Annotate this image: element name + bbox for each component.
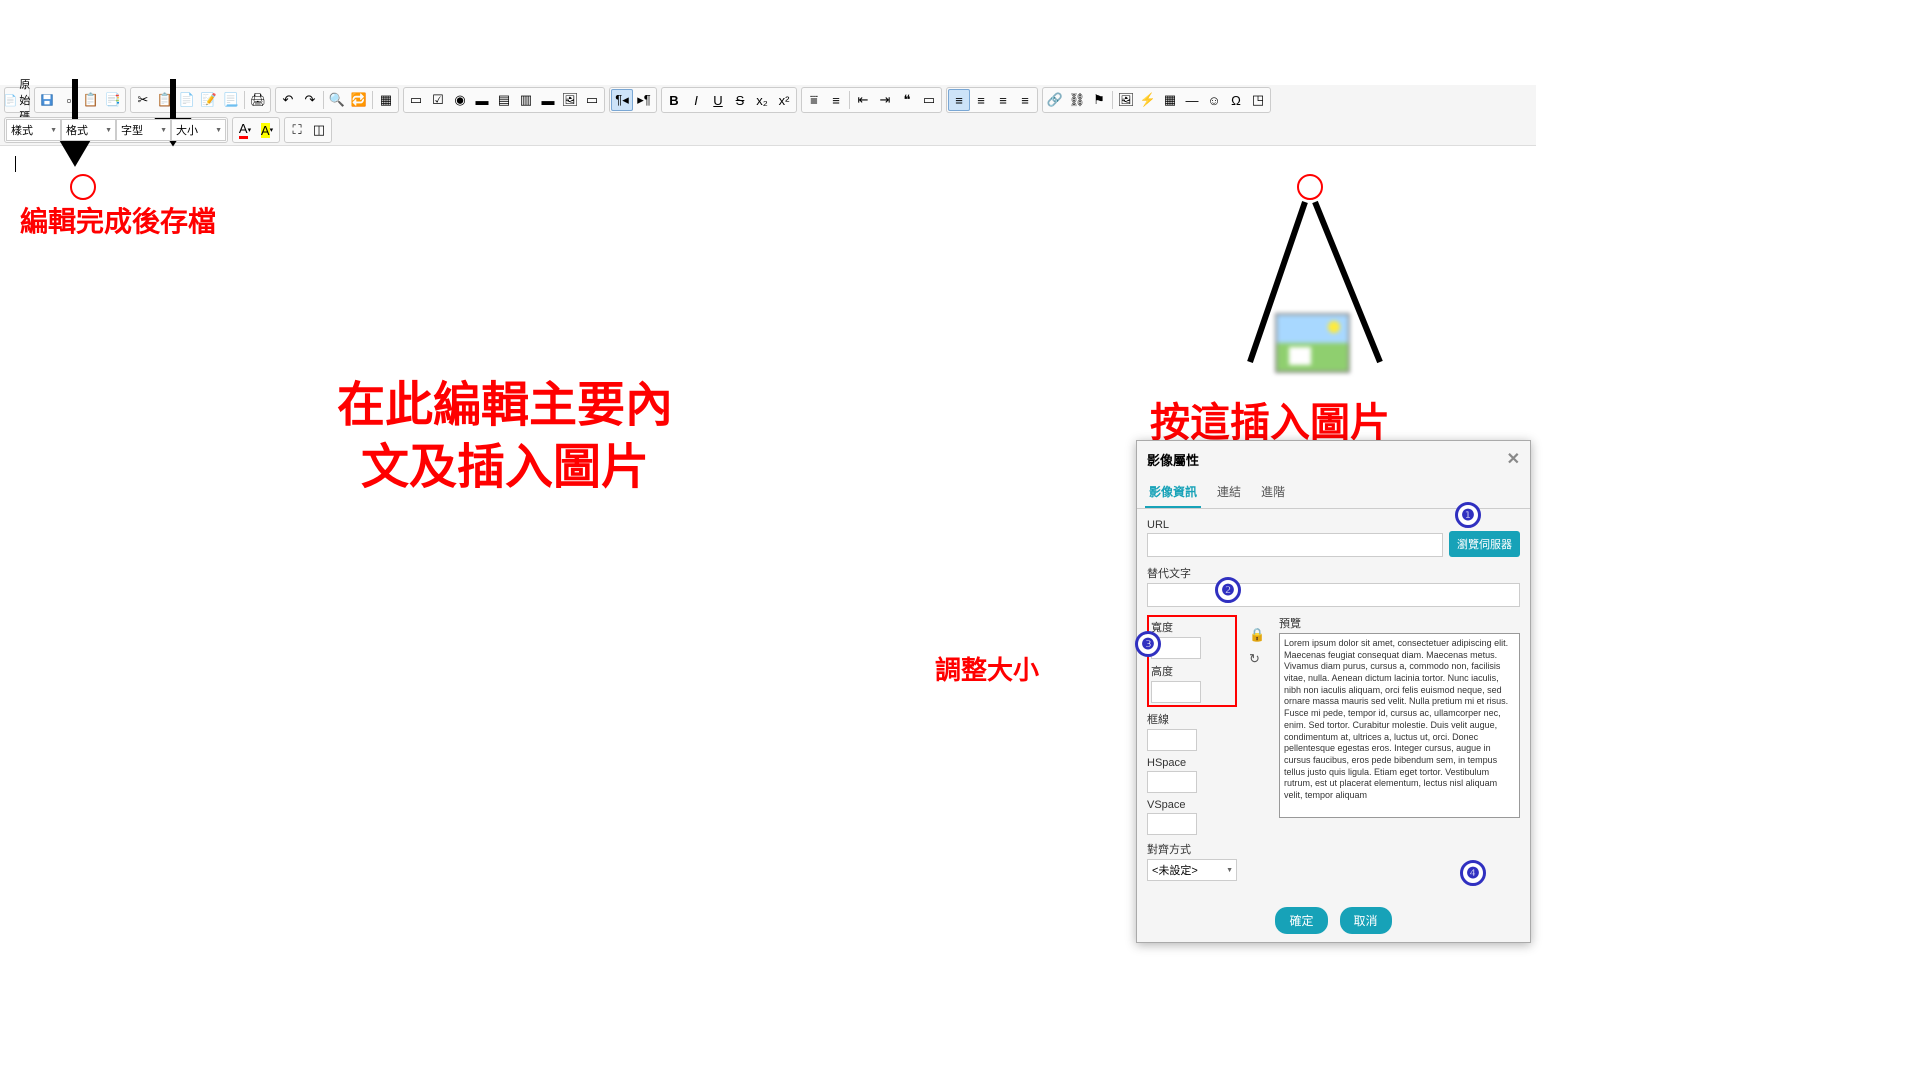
hidden-field-button[interactable]: ▭ [581, 89, 603, 111]
table-button[interactable]: ▦ [1159, 89, 1181, 111]
image-properties-dialog: 影像屬性 ✕ 影像資訊 連結 進階 URL 瀏覽伺服器 替代文字 寬度 高度 [1136, 440, 1531, 943]
indent-button[interactable]: ⇥ [874, 89, 896, 111]
height-label: 高度 [1151, 663, 1233, 679]
save-button[interactable] [36, 89, 58, 111]
undo-button[interactable]: ↶ [277, 89, 299, 111]
tab-image-info[interactable]: 影像資訊 [1145, 477, 1201, 508]
redo-button[interactable]: ↷ [299, 89, 321, 111]
reset-size-icon[interactable]: ↻ [1249, 651, 1267, 667]
replace-button[interactable]: 🔁 [348, 89, 370, 111]
tab-advanced[interactable]: 進階 [1257, 477, 1289, 508]
size-select[interactable]: 大小 [171, 119, 226, 141]
unlink-button[interactable]: ⛓ [1066, 89, 1088, 111]
url-input[interactable] [1147, 533, 1443, 557]
div-button[interactable]: ▭ [918, 89, 940, 111]
dialog-tabs: 影像資訊 連結 進階 [1137, 477, 1530, 509]
alt-label: 替代文字 [1147, 565, 1520, 581]
show-blocks-button[interactable]: ◫ [308, 119, 330, 141]
numbered-list-button[interactable]: ⩸ [803, 89, 825, 111]
radio-button[interactable]: ◉ [449, 89, 471, 111]
align-center-button[interactable]: ≡ [970, 89, 992, 111]
text-cursor [15, 156, 16, 172]
select-field-button[interactable]: ▥ [515, 89, 537, 111]
templates-button[interactable]: 📑 [102, 89, 124, 111]
hspace-input[interactable] [1147, 771, 1197, 793]
align-select[interactable]: <未設定> [1147, 859, 1237, 881]
align-right-button[interactable]: ≡ [992, 89, 1014, 111]
preview-label: 預覽 [1279, 615, 1520, 631]
dialog-title-text: 影像屬性 [1147, 450, 1199, 469]
select-all-button[interactable]: ▦ [375, 89, 397, 111]
form-button[interactable]: ▭ [405, 89, 427, 111]
bullet-list-button[interactable]: ≡ [825, 89, 847, 111]
special-char-button[interactable]: Ω [1225, 89, 1247, 111]
iframe-button[interactable]: ◳ [1247, 89, 1269, 111]
button-field-button[interactable]: ▬ [537, 89, 559, 111]
bold-button[interactable]: B [663, 89, 685, 111]
border-label: 框線 [1147, 711, 1237, 727]
vspace-label: VSpace [1147, 799, 1237, 811]
strike-button[interactable]: S [729, 89, 751, 111]
height-input[interactable] [1151, 681, 1201, 703]
dialog-titlebar: 影像屬性 ✕ [1137, 441, 1530, 477]
lock-ratio-icon[interactable]: 🔒 [1249, 627, 1267, 643]
checkbox-button[interactable]: ☑ [427, 89, 449, 111]
image-button-field[interactable]: 🖼 [559, 89, 581, 111]
format-select[interactable]: 格式 [61, 119, 116, 141]
bg-color-button[interactable]: A▾ [256, 119, 278, 141]
textarea-button[interactable]: ▤ [493, 89, 515, 111]
font-select[interactable]: 字型 [116, 119, 171, 141]
ok-button[interactable]: 確定 [1275, 907, 1327, 934]
dialog-close-button[interactable]: ✕ [1507, 449, 1520, 469]
align-label: 對齊方式 [1147, 841, 1520, 857]
print-button[interactable]: 🖨 [247, 89, 269, 111]
flash-button[interactable]: ⚡ [1137, 89, 1159, 111]
width-input[interactable] [1151, 637, 1201, 659]
rtl-button[interactable]: ▸¶ [633, 89, 655, 111]
alt-input[interactable] [1147, 583, 1520, 607]
underline-button[interactable]: U [707, 89, 729, 111]
italic-button[interactable]: I [685, 89, 707, 111]
blockquote-button[interactable]: ❝ [896, 89, 918, 111]
tab-link[interactable]: 連結 [1213, 477, 1245, 508]
border-input[interactable] [1147, 729, 1197, 751]
ltr-button[interactable]: ¶◂ [611, 89, 633, 111]
text-color-button[interactable]: A▾ [234, 119, 256, 141]
preview-box: Lorem ipsum dolor sit amet, consectetuer… [1279, 633, 1520, 818]
textfield-button[interactable]: ▬ [471, 89, 493, 111]
image-button[interactable]: 🖼 [1115, 89, 1137, 111]
editor-toolbar: 📄原始碼 ▫ 📋 📑 ✂ 📋 📄 📝 📃 🖨 ↶ ↷ 🔍 🔁 ▦ [0, 85, 1536, 146]
browse-server-button[interactable]: 瀏覽伺服器 [1449, 531, 1520, 557]
maximize-button[interactable]: ⛶ [286, 119, 308, 141]
paste-word-button[interactable]: 📃 [220, 89, 242, 111]
paste-text-button[interactable]: 📝 [198, 89, 220, 111]
hr-button[interactable]: — [1181, 89, 1203, 111]
hspace-label: HSpace [1147, 757, 1237, 769]
align-justify-button[interactable]: ≡ [1014, 89, 1036, 111]
find-button[interactable]: 🔍 [326, 89, 348, 111]
cut-button[interactable]: ✂ [132, 89, 154, 111]
superscript-button[interactable]: x² [773, 89, 795, 111]
subscript-button[interactable]: x₂ [751, 89, 773, 111]
anchor-button[interactable]: ⚑ [1088, 89, 1110, 111]
source-button[interactable]: 📄原始碼 [6, 89, 28, 111]
new-page-button[interactable]: ▫ [58, 89, 80, 111]
preview-button[interactable]: 📋 [80, 89, 102, 111]
link-button[interactable]: 🔗 [1044, 89, 1066, 111]
width-label: 寬度 [1151, 619, 1233, 635]
cancel-button[interactable]: 取消 [1340, 907, 1392, 934]
align-left-button[interactable]: ≡ [948, 89, 970, 111]
smiley-button[interactable]: ☺ [1203, 89, 1225, 111]
outdent-button[interactable]: ⇤ [852, 89, 874, 111]
image-thumbnail-illustration [1275, 313, 1350, 373]
styles-select[interactable]: 樣式 [6, 119, 61, 141]
copy-button[interactable]: 📋 [154, 89, 176, 111]
url-label: URL [1147, 519, 1443, 531]
vspace-input[interactable] [1147, 813, 1197, 835]
paste-button[interactable]: 📄 [176, 89, 198, 111]
